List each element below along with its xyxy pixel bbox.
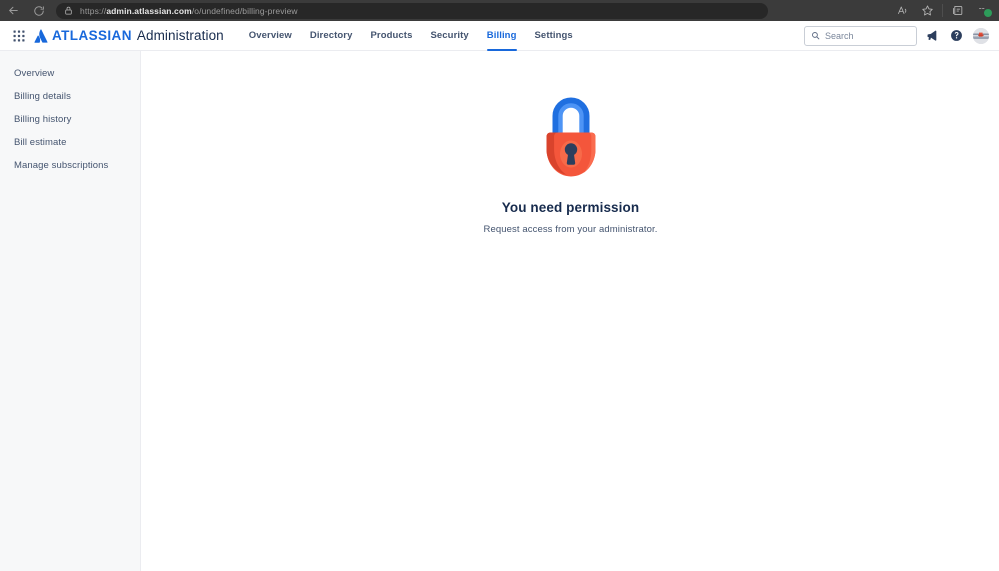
toolbar-divider xyxy=(942,4,943,17)
read-aloud-icon[interactable] xyxy=(890,0,915,21)
nav-item-billing[interactable]: Billing xyxy=(478,21,526,51)
padlock-illustration xyxy=(527,89,615,186)
app-switcher-icon[interactable] xyxy=(9,26,29,46)
page-subtitle: Request access from your administrator. xyxy=(483,224,658,235)
nav-item-directory[interactable]: Directory xyxy=(301,21,362,51)
help-icon[interactable] xyxy=(945,25,967,47)
sidebar-item-overview[interactable]: Overview xyxy=(0,62,140,85)
sidebar-item-bill-estimate[interactable]: Bill estimate xyxy=(0,131,140,154)
nav-item-overview[interactable]: Overview xyxy=(240,21,301,51)
avatar[interactable] xyxy=(973,27,989,44)
browser-chrome: https://admin.atlassian.com/o/undefined/… xyxy=(0,0,999,21)
page-title: You need permission xyxy=(501,200,640,215)
sidebar-item-manage-subscriptions[interactable]: Manage subscriptions xyxy=(0,154,140,177)
product-name: Administration xyxy=(136,28,224,43)
sidebar-item-billing-history[interactable]: Billing history xyxy=(0,108,140,131)
search-icon xyxy=(811,31,820,40)
site-security-lock-icon xyxy=(64,6,73,15)
browser-profile-button[interactable] xyxy=(970,0,995,21)
atlassian-wordmark: ATLASSIAN xyxy=(52,28,132,43)
url-text: https://admin.atlassian.com/o/undefined/… xyxy=(80,5,298,16)
nav-item-settings[interactable]: Settings xyxy=(526,21,582,51)
atlassian-header: ATLASSIAN Administration Overview Direct… xyxy=(0,21,999,51)
announcements-icon[interactable] xyxy=(920,25,942,47)
atlassian-administration-logo[interactable]: ATLASSIAN Administration xyxy=(34,28,224,43)
favorite-star-icon[interactable] xyxy=(915,0,940,21)
billing-sidebar: Overview Billing details Billing history… xyxy=(0,51,141,571)
collections-icon[interactable] xyxy=(945,0,970,21)
browser-toolbar-right xyxy=(890,0,999,21)
search-input[interactable] xyxy=(825,30,910,41)
atlassian-logo-icon xyxy=(34,28,48,43)
primary-navigation: Overview Directory Products Security Bil… xyxy=(240,21,582,51)
search-box[interactable] xyxy=(804,25,917,46)
nav-item-products[interactable]: Products xyxy=(361,21,421,51)
browser-back-button[interactable] xyxy=(0,0,26,21)
browser-reload-button[interactable] xyxy=(26,0,52,21)
header-actions xyxy=(804,25,989,47)
nav-item-security[interactable]: Security xyxy=(421,21,477,51)
address-bar[interactable]: https://admin.atlassian.com/o/undefined/… xyxy=(56,2,768,19)
sidebar-item-billing-details[interactable]: Billing details xyxy=(0,85,140,108)
main-content: You need permission Request access from … xyxy=(142,51,999,571)
profile-status-badge xyxy=(984,9,992,17)
